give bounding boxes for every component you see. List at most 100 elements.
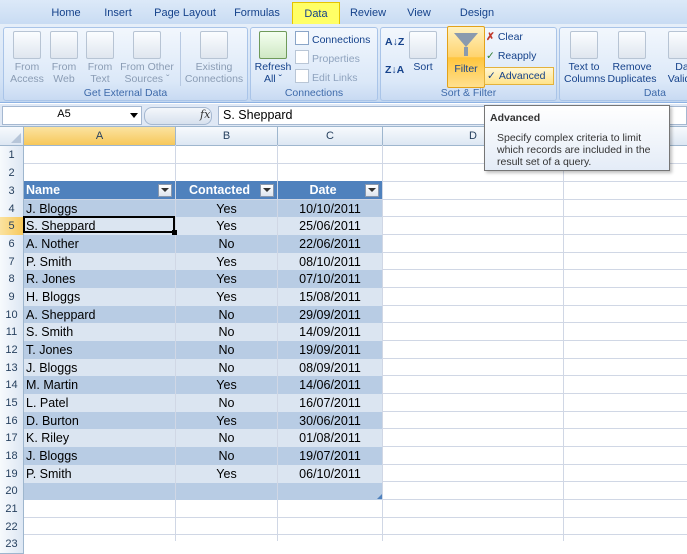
table-cell[interactable]: 14/09/2011 (278, 323, 382, 341)
table-cell[interactable]: 29/09/2011 (278, 306, 382, 323)
table-cell[interactable]: 01/08/2011 (278, 429, 382, 447)
table-cell[interactable]: No (176, 394, 277, 412)
table-cell[interactable]: 19/09/2011 (278, 341, 382, 359)
table-cell[interactable]: A. Sheppard (24, 306, 175, 323)
table-cell[interactable]: Yes (176, 270, 277, 288)
refresh-all-button[interactable]: Refresh All ˇ (253, 31, 293, 85)
table-cell[interactable]: 08/09/2011 (278, 359, 382, 376)
tab-data[interactable]: Data (292, 2, 340, 24)
filter-dropdown-icon[interactable] (158, 184, 172, 197)
sort-a-to-z-icon[interactable]: A↓Z (385, 34, 404, 50)
filter-button[interactable]: Filter (447, 26, 485, 88)
table-total-cell[interactable] (176, 483, 277, 500)
existing-connections-button[interactable]: Existing Connections (182, 31, 246, 85)
tab-insert[interactable]: Insert (96, 5, 140, 22)
sort-z-to-a-icon[interactable]: Z↓A (385, 62, 404, 78)
properties-button[interactable]: Properties (295, 50, 360, 66)
tab-home[interactable]: Home (44, 5, 88, 22)
table-cell[interactable]: 25/06/2011 (278, 217, 382, 235)
column-header-b[interactable]: B (176, 127, 278, 145)
tab-page-layout[interactable]: Page Layout (150, 5, 220, 22)
filter-dropdown-icon[interactable] (260, 184, 274, 197)
table-cell[interactable]: Yes (176, 412, 277, 429)
sort-button[interactable]: Sort (407, 31, 439, 73)
table-cell[interactable]: J. Bloggs (24, 447, 175, 465)
row-header[interactable]: 8 (0, 270, 24, 289)
row-header[interactable]: 23 (0, 535, 24, 554)
fill-handle[interactable] (172, 230, 177, 235)
row-header[interactable]: 15 (0, 394, 24, 413)
header-date[interactable]: Date (278, 181, 382, 199)
table-cell[interactable]: 14/06/2011 (278, 376, 382, 394)
filter-dropdown-icon[interactable] (365, 184, 379, 197)
row-header[interactable]: 18 (0, 447, 24, 466)
table-cell[interactable]: Yes (176, 200, 277, 217)
text-to-columns-button[interactable]: Text to Columns (564, 31, 605, 85)
table-cell[interactable]: No (176, 429, 277, 447)
edit-links-button[interactable]: Edit Links (295, 69, 358, 85)
table-cell[interactable]: T. Jones (24, 341, 175, 359)
table-cell[interactable]: 10/10/2011 (278, 200, 382, 217)
select-all-corner[interactable] (0, 127, 24, 145)
from-access-button[interactable]: From Access (8, 31, 46, 85)
insert-function-icon[interactable]: fx (200, 108, 210, 121)
table-cell[interactable]: L. Patel (24, 394, 175, 412)
table-cell[interactable]: No (176, 323, 277, 341)
from-other-sources-button[interactable]: From Other Sources ˇ (118, 31, 176, 85)
row-header[interactable]: 3 (0, 182, 24, 201)
advanced-filter-button[interactable]: ✓ Advanced (484, 67, 554, 85)
table-cell[interactable]: H. Bloggs (24, 288, 175, 306)
table-cell[interactable]: K. Riley (24, 429, 175, 447)
table-cell[interactable]: A. Nother (24, 235, 175, 253)
column-header-a[interactable]: A (24, 127, 176, 145)
table-cell[interactable]: 07/10/2011 (278, 270, 382, 288)
header-contacted[interactable]: Contacted (176, 181, 277, 199)
tab-design[interactable]: Design (452, 5, 502, 22)
name-box[interactable]: A5 (2, 106, 142, 125)
table-cell[interactable]: No (176, 359, 277, 376)
from-text-button[interactable]: From Text (82, 31, 118, 85)
row-header[interactable]: 20 (0, 482, 24, 501)
table-cell[interactable]: S. Smith (24, 323, 175, 341)
connections-button[interactable]: Connections (295, 31, 370, 47)
row-header[interactable]: 21 (0, 500, 24, 519)
table-cell[interactable]: 06/10/2011 (278, 465, 382, 483)
table-cell[interactable]: No (176, 447, 277, 465)
row-header[interactable]: 11 (0, 323, 24, 342)
table-cell[interactable]: P. Smith (24, 253, 175, 270)
table-total-cell[interactable] (278, 483, 382, 500)
table-cell[interactable]: J. Bloggs (24, 200, 175, 217)
row-header[interactable]: 5 (0, 217, 24, 236)
row-header[interactable]: 17 (0, 429, 24, 448)
table-cell[interactable]: Yes (176, 465, 277, 483)
table-cell[interactable]: D. Burton (24, 412, 175, 429)
table-cell[interactable]: No (176, 341, 277, 359)
table-cell[interactable]: Yes (176, 253, 277, 270)
row-header[interactable]: 6 (0, 235, 24, 254)
tab-review[interactable]: Review (346, 5, 390, 22)
table-cell[interactable]: No (176, 235, 277, 253)
table-cell[interactable]: 22/06/2011 (278, 235, 382, 253)
row-header[interactable]: 14 (0, 376, 24, 395)
table-resize-handle[interactable] (377, 494, 382, 499)
table-cell[interactable]: 16/07/2011 (278, 394, 382, 412)
table-cell[interactable]: Yes (176, 217, 277, 235)
row-header[interactable]: 2 (0, 164, 24, 183)
reapply-button[interactable]: ✓ Reapply (486, 48, 536, 64)
table-cell[interactable]: P. Smith (24, 465, 175, 483)
row-header[interactable]: 9 (0, 288, 24, 307)
row-header[interactable]: 1 (0, 146, 24, 165)
table-cell[interactable]: R. Jones (24, 270, 175, 288)
table-cell[interactable]: Yes (176, 288, 277, 306)
chevron-down-icon[interactable] (130, 113, 138, 118)
remove-duplicates-button[interactable]: Remove Duplicates (606, 31, 658, 85)
table-cell[interactable]: 19/07/2011 (278, 447, 382, 465)
data-validation-button[interactable]: Da Valida (662, 31, 687, 85)
tab-formulas[interactable]: Formulas (228, 5, 286, 22)
column-header-c[interactable]: C (278, 127, 383, 145)
table-cell[interactable]: No (176, 306, 277, 323)
table-cell[interactable]: 15/08/2011 (278, 288, 382, 306)
header-name[interactable]: Name (24, 181, 175, 199)
clear-filter-button[interactable]: ✗ Clear (486, 29, 523, 45)
table-cell[interactable]: 30/06/2011 (278, 412, 382, 429)
